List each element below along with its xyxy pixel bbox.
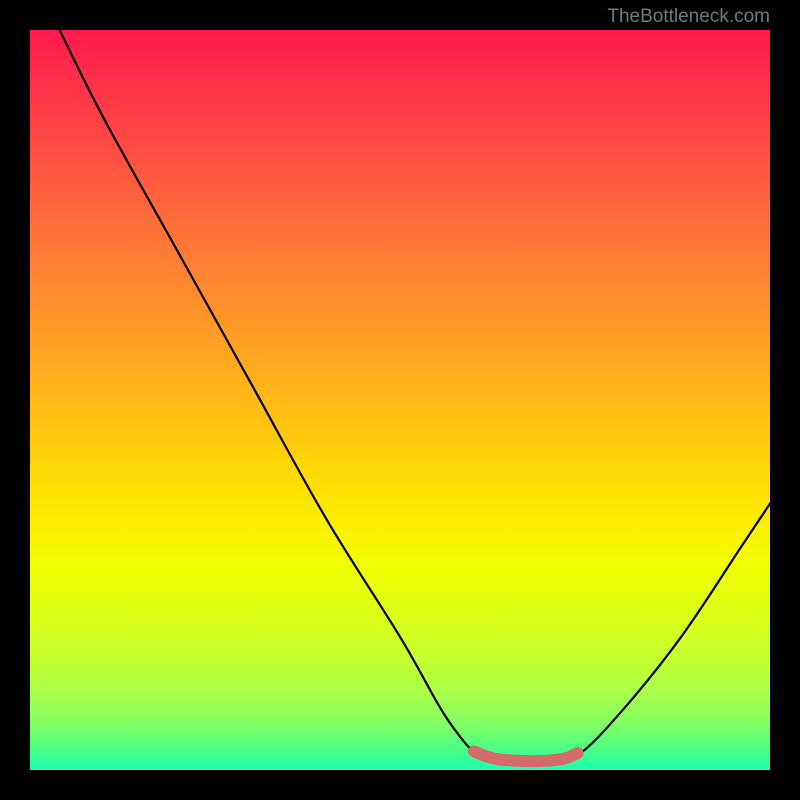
- chart-container: TheBottleneck.com: [0, 0, 800, 800]
- watermark-text: TheBottleneck.com: [607, 6, 770, 28]
- optimal-zone-path: [474, 752, 578, 762]
- plot-area: [30, 30, 770, 770]
- bottleneck-curve-path: [60, 30, 770, 763]
- curve-svg: [30, 30, 770, 770]
